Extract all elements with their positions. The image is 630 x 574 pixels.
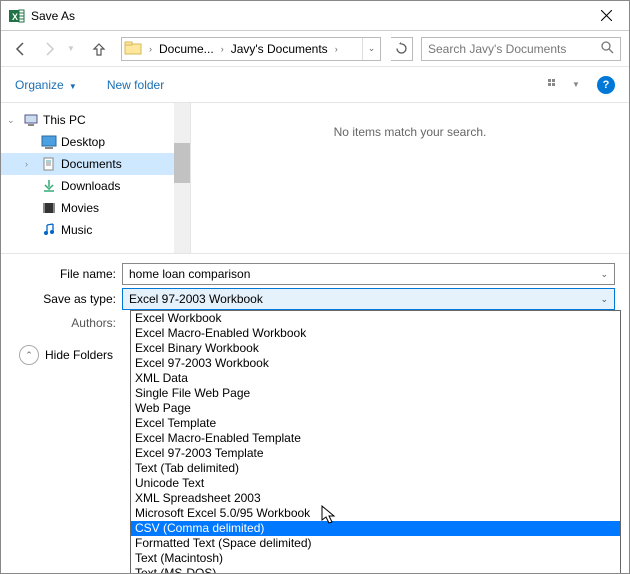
dropdown-option[interactable]: Single File Web Page: [131, 386, 620, 401]
dropdown-option[interactable]: Excel Template: [131, 416, 620, 431]
dropdown-option[interactable]: XML Data: [131, 371, 620, 386]
tree-downloads[interactable]: Downloads: [1, 175, 190, 197]
music-icon: [41, 222, 57, 238]
breadcrumb-seg-2[interactable]: Javy's Documents: [227, 38, 332, 60]
tree-documents[interactable]: › Documents: [1, 153, 190, 175]
body-area: ⌄ This PC Desktop › Documents Downloads …: [1, 103, 629, 253]
dropdown-option[interactable]: Excel Macro-Enabled Template: [131, 431, 620, 446]
file-list-area: No items match your search.: [191, 103, 629, 253]
movies-icon: [41, 200, 57, 216]
close-button[interactable]: [583, 1, 629, 31]
up-button[interactable]: [87, 37, 111, 61]
dropdown-option[interactable]: Excel 97-2003 Template: [131, 446, 620, 461]
chevron-down-icon[interactable]: ▼: [571, 76, 581, 94]
address-dropdown-icon[interactable]: ⌄: [362, 38, 380, 60]
expand-icon[interactable]: ›: [25, 159, 28, 169]
dropdown-option[interactable]: Web Page: [131, 401, 620, 416]
collapse-icon[interactable]: ⌃: [19, 345, 39, 365]
dropdown-option[interactable]: Text (Macintosh): [131, 551, 620, 566]
dropdown-option[interactable]: Excel 97-2003 Workbook: [131, 356, 620, 371]
chevron-right-icon[interactable]: ›: [332, 44, 341, 54]
dropdown-option[interactable]: Excel Workbook: [131, 311, 620, 326]
folder-tree: ⌄ This PC Desktop › Documents Downloads …: [1, 103, 191, 253]
pc-icon: [23, 112, 39, 128]
authors-label: Authors:: [15, 316, 122, 330]
forward-button[interactable]: [37, 37, 61, 61]
dropdown-option[interactable]: CSV (Comma delimited): [131, 521, 620, 536]
breadcrumb-seg-1[interactable]: Docume...: [155, 38, 218, 60]
tree-music[interactable]: Music: [1, 219, 190, 241]
chevron-down-icon[interactable]: ⌄: [600, 269, 608, 280]
dropdown-option[interactable]: XML Spreadsheet 2003: [131, 491, 620, 506]
hide-folders-button[interactable]: Hide Folders: [45, 348, 113, 362]
tree-this-pc[interactable]: ⌄ This PC: [1, 109, 190, 131]
downloads-icon: [41, 178, 57, 194]
toolbar: Organize ▼ New folder ▼ ?: [1, 67, 629, 103]
filename-label: File name:: [15, 267, 122, 281]
search-input[interactable]: Search Javy's Documents: [421, 37, 621, 61]
refresh-button[interactable]: [391, 37, 413, 61]
saveastype-label: Save as type:: [15, 292, 122, 306]
navigation-bar: ▼ › Docume... › Javy's Documents › ⌄ Sea…: [1, 31, 629, 67]
empty-message: No items match your search.: [334, 125, 487, 139]
chevron-right-icon[interactable]: ›: [146, 44, 155, 54]
dropdown-option[interactable]: Microsoft Excel 5.0/95 Workbook: [131, 506, 620, 521]
documents-icon: [41, 156, 57, 172]
address-bar[interactable]: › Docume... › Javy's Documents › ⌄: [121, 37, 381, 61]
tree-movies[interactable]: Movies: [1, 197, 190, 219]
saveastype-dropdown[interactable]: Excel 97-2003 Workbook ⌄: [122, 288, 615, 310]
dropdown-option[interactable]: Excel Binary Workbook: [131, 341, 620, 356]
chevron-down-icon: ▼: [67, 82, 77, 91]
excel-icon: X: [9, 8, 25, 24]
window-title: Save As: [31, 9, 583, 23]
dropdown-option[interactable]: Text (Tab delimited): [131, 461, 620, 476]
tree-desktop[interactable]: Desktop: [1, 131, 190, 153]
view-options-button[interactable]: [545, 76, 563, 94]
organize-button[interactable]: Organize ▼: [15, 78, 77, 92]
search-placeholder: Search Javy's Documents: [428, 42, 601, 56]
back-button[interactable]: [9, 37, 33, 61]
dropdown-option[interactable]: Excel Macro-Enabled Workbook: [131, 326, 620, 341]
chevron-down-icon[interactable]: ⌄: [600, 294, 608, 305]
dropdown-option[interactable]: Formatted Text (Space delimited): [131, 536, 620, 551]
recent-dropdown-icon[interactable]: ▼: [65, 37, 77, 61]
desktop-icon: [41, 134, 57, 150]
search-icon: [601, 41, 614, 57]
dropdown-option[interactable]: Unicode Text: [131, 476, 620, 491]
svg-text:X: X: [12, 12, 18, 22]
new-folder-button[interactable]: New folder: [107, 78, 164, 92]
help-button[interactable]: ?: [597, 76, 615, 94]
filename-input[interactable]: home loan comparison ⌄: [122, 263, 615, 285]
chevron-right-icon[interactable]: ›: [218, 44, 227, 54]
save-as-dialog: X Save As ▼ › Docume... › Javy's Documen…: [0, 0, 630, 574]
expand-icon[interactable]: ⌄: [7, 115, 15, 126]
dropdown-option[interactable]: Text (MS-DOS): [131, 566, 620, 574]
titlebar: X Save As: [1, 1, 629, 31]
folder-icon: [124, 39, 144, 59]
sidebar-scrollbar[interactable]: [174, 103, 190, 253]
scroll-thumb[interactable]: [174, 143, 190, 183]
file-type-dropdown-list: Excel WorkbookExcel Macro-Enabled Workbo…: [130, 310, 621, 574]
